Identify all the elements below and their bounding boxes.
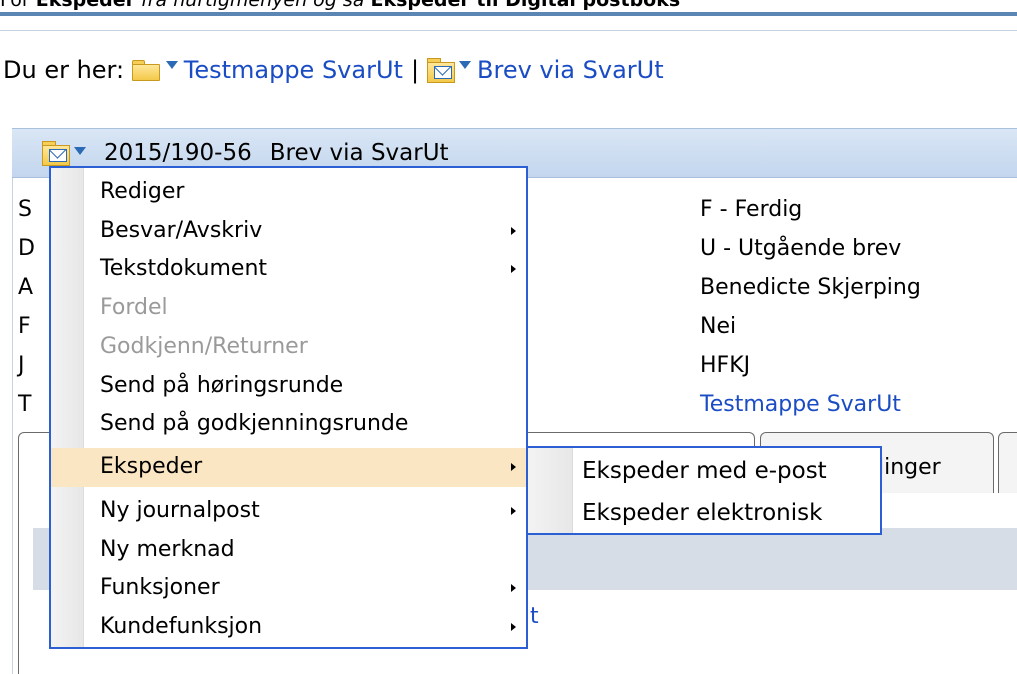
caption-bold: Ekspeder <box>35 0 136 11</box>
breadcrumb-label: Du er her: <box>3 56 125 84</box>
menu-item-rediger[interactable]: Rediger <box>83 173 526 212</box>
folder-icon[interactable] <box>131 60 160 81</box>
menu-item-label: Ny journalpost <box>100 498 260 523</box>
breadcrumb-link-folder[interactable]: Testmappe SvarUt <box>184 56 403 84</box>
field-values: F - Ferdig U - Utgående brev Benedicte S… <box>700 190 921 424</box>
breadcrumb: Du er her: Testmappe SvarUt | Brev via S… <box>3 50 664 90</box>
divider <box>0 30 1017 31</box>
submenu-arrow-icon <box>511 507 516 515</box>
owner-value: Benedicte Skjerping <box>700 275 921 300</box>
menu-item-horing[interactable]: Send på høringsrunde <box>83 367 526 406</box>
field-labels: S D A F J T <box>18 190 35 424</box>
field-label: J <box>18 353 25 378</box>
context-menu: Rediger Besvar/Avskriv Tekstdokument For… <box>49 166 528 649</box>
document-type-value: U - Utgående brev <box>700 236 902 261</box>
submenu-arrow-icon <box>511 463 516 471</box>
caption-bold: til Digital postboks <box>469 0 681 11</box>
menu-item-funksjoner[interactable]: Funksjoner <box>83 569 526 608</box>
menu-item-ny-journalpost[interactable]: Ny journalpost <box>83 492 526 531</box>
menu-item-label: Godkjenn/Returner <box>100 333 308 359</box>
menu-item-label: Ekspeder <box>100 454 203 479</box>
caption-text: fra hurtigmenyen og så <box>135 0 371 11</box>
breadcrumb-link-letter[interactable]: Brev via SvarUt <box>477 56 664 84</box>
ekspeder-submenu: Ekspeder med e-post Ekspeder elektronisk <box>526 446 882 535</box>
menu-item-label: Besvar/Avskriv <box>100 217 263 243</box>
breadcrumb-separator: | <box>410 56 420 84</box>
case-link[interactable]: Testmappe SvarUt <box>700 385 921 424</box>
dropdown-arrow-icon[interactable] <box>459 61 472 69</box>
caption-text: For <box>0 0 36 11</box>
field-label: T <box>18 392 32 417</box>
menu-item-label: Fordel <box>100 295 168 321</box>
dropdown-arrow-icon[interactable] <box>165 61 178 69</box>
menu-item-label: Ny merknad <box>100 536 235 562</box>
menu-item-tekstdokument[interactable]: Tekstdokument <box>83 250 526 289</box>
menu-item-kundefunksjon[interactable]: Kundefunksjon <box>83 608 526 647</box>
field-label: S <box>18 197 32 222</box>
menu-item-godkjenning[interactable]: Send på godkjenningsrunde <box>83 405 526 444</box>
unit-value: HFKJ <box>700 353 751 378</box>
field-label: D <box>18 236 35 261</box>
dropdown-arrow-icon[interactable] <box>74 147 86 155</box>
menu-item-label: Ekspeder elektronisk <box>582 500 823 526</box>
menu-item-godkjenn: Godkjenn/Returner <box>83 328 526 367</box>
menu-item-ny-merknad[interactable]: Ny merknad <box>83 531 526 570</box>
menu-item-label: Funksjoner <box>100 575 220 601</box>
letter-folder-icon[interactable] <box>42 141 70 166</box>
caption-bold: Ekspeder <box>370 0 470 11</box>
menu-item-label: Kundefunksjon <box>100 614 263 640</box>
tab-more[interactable] <box>998 432 1017 493</box>
record-name: Brev via SvarUt <box>269 140 449 166</box>
menu-item-fordel: Fordel <box>83 289 526 328</box>
submenu-arrow-icon <box>511 226 516 235</box>
submenu-arrow-icon <box>511 584 516 593</box>
submenu-item-epost[interactable]: Ekspeder med e-post <box>572 450 880 492</box>
menu-gutter <box>528 448 573 533</box>
field-label: A <box>18 275 34 300</box>
menu-item-label: Rediger <box>100 179 185 204</box>
content-link-fragment[interactable]: t <box>530 604 539 629</box>
record-number: 2015/190-56 <box>104 140 252 166</box>
submenu-arrow-icon <box>511 265 516 274</box>
submenu-arrow-icon <box>511 623 516 632</box>
letter-folder-icon[interactable] <box>427 58 456 83</box>
menu-item-besvar[interactable]: Besvar/Avskriv <box>83 212 526 251</box>
status-value: F - Ferdig <box>700 197 803 222</box>
menu-gutter <box>51 168 84 647</box>
menu-item-label: Send på høringsrunde <box>100 372 344 398</box>
caption-underline <box>0 12 1017 16</box>
menu-item-ekspeder[interactable]: Ekspeder <box>51 448 526 487</box>
field-label: F <box>18 314 31 339</box>
submenu-item-elektronisk[interactable]: Ekspeder elektronisk <box>572 492 880 534</box>
instruction-caption: For Ekspeder fra hurtigmenyen og så Eksp… <box>0 0 1017 12</box>
restricted-value: Nei <box>700 314 737 339</box>
menu-item-label: Send på godkjenningsrunde <box>100 411 409 437</box>
menu-item-label: Tekstdokument <box>100 256 268 282</box>
menu-item-label: Ekspeder med e-post <box>582 458 827 484</box>
